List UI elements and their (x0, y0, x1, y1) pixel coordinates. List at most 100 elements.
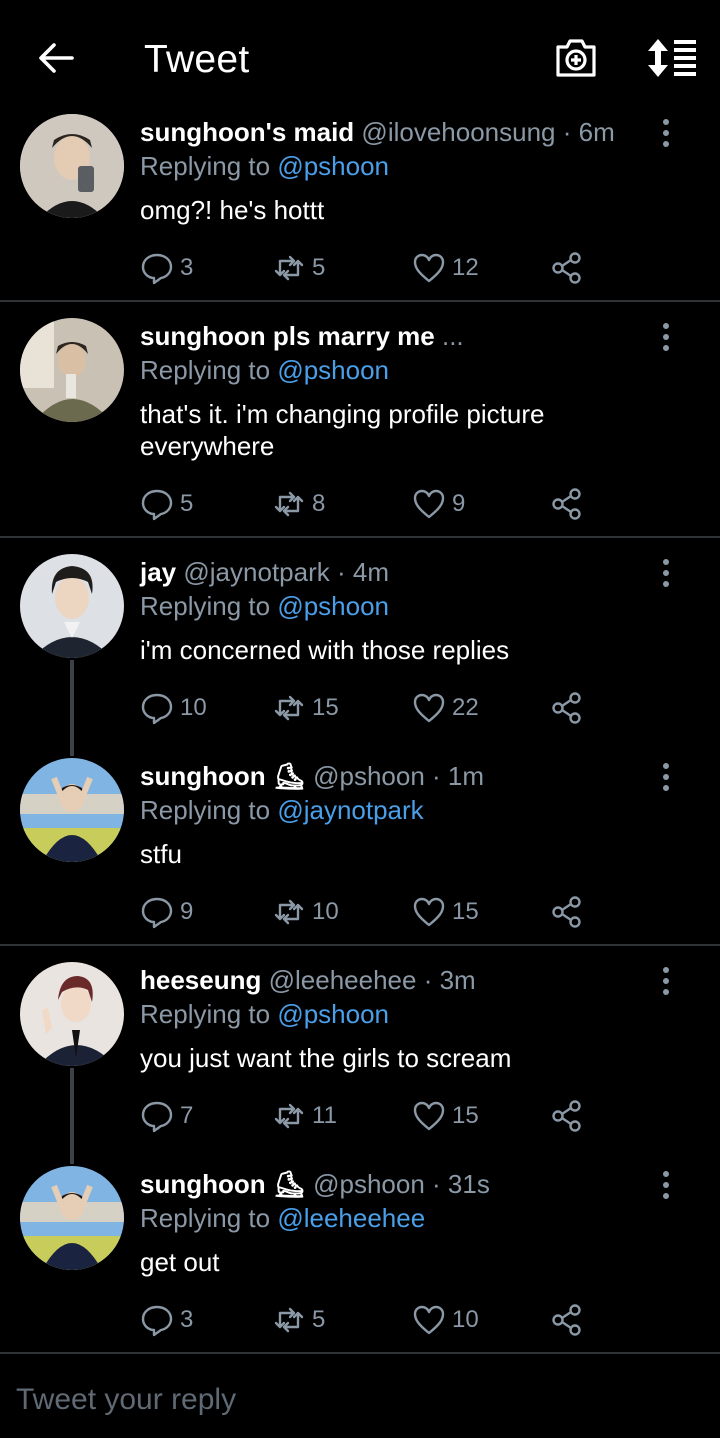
tweet-text: that's it. i'm changing profile picture … (140, 399, 545, 461)
retweet-count: 11 (312, 1102, 337, 1129)
retweet-icon (274, 491, 304, 517)
reply-icon (141, 489, 173, 521)
reply-count: 9 (180, 898, 194, 925)
retweet-count: 5 (312, 1306, 326, 1333)
avatar[interactable] (20, 1166, 124, 1270)
retweet-button[interactable]: 5 (272, 250, 325, 286)
like-button[interactable]: 22 (412, 690, 479, 726)
tweet-text: i'm concerned with those replies (140, 635, 510, 665)
handle[interactable]: @jaynotpark (183, 557, 329, 587)
reply-button[interactable]: 10 (140, 690, 207, 726)
tweet-text: get out (140, 1247, 220, 1277)
divider (0, 536, 720, 538)
like-icon (413, 897, 445, 927)
more-options-button[interactable] (656, 322, 676, 352)
retweet-icon (274, 255, 304, 281)
replying-to-handle[interactable]: @jaynotpark (277, 795, 423, 825)
timestamp: · 6m (562, 117, 615, 147)
like-button[interactable]: 12 (412, 250, 479, 286)
back-button[interactable] (36, 38, 76, 78)
replying-to-handle[interactable]: @pshoon (277, 591, 389, 621)
like-button[interactable]: 10 (412, 1302, 479, 1338)
replying-to-handle[interactable]: @pshoon (277, 355, 389, 385)
reply-button[interactable]: 7 (140, 1098, 193, 1134)
tweet-text: you just want the girls to scream (140, 1043, 512, 1073)
top-bar: Tweet (0, 0, 720, 116)
reply-button[interactable]: 5 (140, 486, 193, 522)
like-icon (413, 1305, 445, 1335)
share-icon (552, 488, 581, 520)
page-title: Tweet (144, 38, 250, 81)
replying-to-handle[interactable]: @pshoon (277, 151, 389, 181)
handle[interactable]: @pshoon (313, 1169, 425, 1199)
display-name[interactable]: heeseung (140, 965, 261, 995)
replying-to: Replying to @jaynotpark (140, 794, 424, 826)
tweet-text: stfu (140, 839, 182, 869)
back-arrow-icon (39, 43, 74, 73)
replying-to-label: Replying to (140, 999, 278, 1029)
tweet-header: sunghoon pls marry me ... (140, 320, 464, 352)
avatar-image (20, 318, 124, 422)
replying-to-handle[interactable]: @leeheehee (277, 1203, 425, 1233)
share-button[interactable] (550, 894, 590, 930)
handle[interactable]: @ilovehoonsung (361, 117, 555, 147)
retweet-button[interactable]: 10 (272, 894, 339, 930)
share-button[interactable] (550, 1302, 590, 1338)
share-button[interactable] (550, 1098, 590, 1134)
reply-button[interactable]: 3 (140, 1302, 193, 1338)
reply-icon (141, 693, 173, 725)
like-count: 22 (452, 694, 479, 721)
avatar[interactable] (20, 554, 124, 658)
action-bar: 9 10 15 (140, 894, 600, 930)
reply-count: 10 (180, 694, 207, 721)
tweet-header: jay @jaynotpark · 4m (140, 556, 389, 588)
retweet-button[interactable]: 15 (272, 690, 339, 726)
reply-button[interactable]: 9 (140, 894, 193, 930)
retweet-button[interactable]: 5 (272, 1302, 325, 1338)
divider (0, 944, 720, 946)
display-name[interactable]: sunghoon ⛸ (140, 1169, 306, 1199)
replying-to-label: Replying to (140, 591, 278, 621)
avatar[interactable] (20, 758, 124, 862)
retweet-button[interactable]: 11 (272, 1098, 337, 1134)
retweet-icon (274, 1103, 304, 1129)
reply-input[interactable] (16, 1376, 696, 1424)
display-name[interactable]: sunghoon's maid (140, 117, 354, 147)
retweet-button[interactable]: 8 (272, 486, 325, 522)
reply-icon (141, 1305, 173, 1337)
timestamp: · 4m (336, 557, 389, 587)
handle[interactable]: @leeheehee (269, 965, 417, 995)
like-button[interactable]: 15 (412, 894, 479, 930)
reply-icon (141, 1101, 173, 1133)
sort-button[interactable] (646, 37, 698, 79)
share-button[interactable] (550, 486, 590, 522)
avatar-image (20, 758, 124, 862)
share-button[interactable] (550, 250, 590, 286)
more-options-button[interactable] (656, 762, 676, 792)
reply-count: 7 (180, 1102, 194, 1129)
tweet-header: sunghoon's maid @ilovehoonsung · 6m (140, 116, 615, 148)
divider (0, 300, 720, 302)
like-count: 12 (452, 254, 479, 281)
camera-button[interactable] (554, 37, 598, 79)
action-bar: 5 8 9 (140, 486, 600, 522)
more-icon (663, 119, 669, 147)
handle[interactable]: @pshoon (313, 761, 425, 791)
like-button[interactable]: 15 (412, 1098, 479, 1134)
replying-to: Replying to @pshoon (140, 150, 389, 182)
more-options-button[interactable] (656, 118, 676, 148)
reply-count: 3 (180, 254, 194, 281)
avatar[interactable] (20, 962, 124, 1066)
avatar[interactable] (20, 318, 124, 422)
avatar[interactable] (20, 114, 124, 218)
like-button[interactable]: 9 (412, 486, 465, 522)
more-options-button[interactable] (656, 966, 676, 996)
share-button[interactable] (550, 690, 590, 726)
display-name[interactable]: sunghoon ⛸ (140, 761, 306, 791)
replying-to-handle[interactable]: @pshoon (277, 999, 389, 1029)
more-options-button[interactable] (656, 558, 676, 588)
display-name[interactable]: sunghoon pls marry me (140, 321, 435, 351)
more-options-button[interactable] (656, 1170, 676, 1200)
display-name[interactable]: jay (140, 557, 176, 587)
reply-button[interactable]: 3 (140, 250, 193, 286)
